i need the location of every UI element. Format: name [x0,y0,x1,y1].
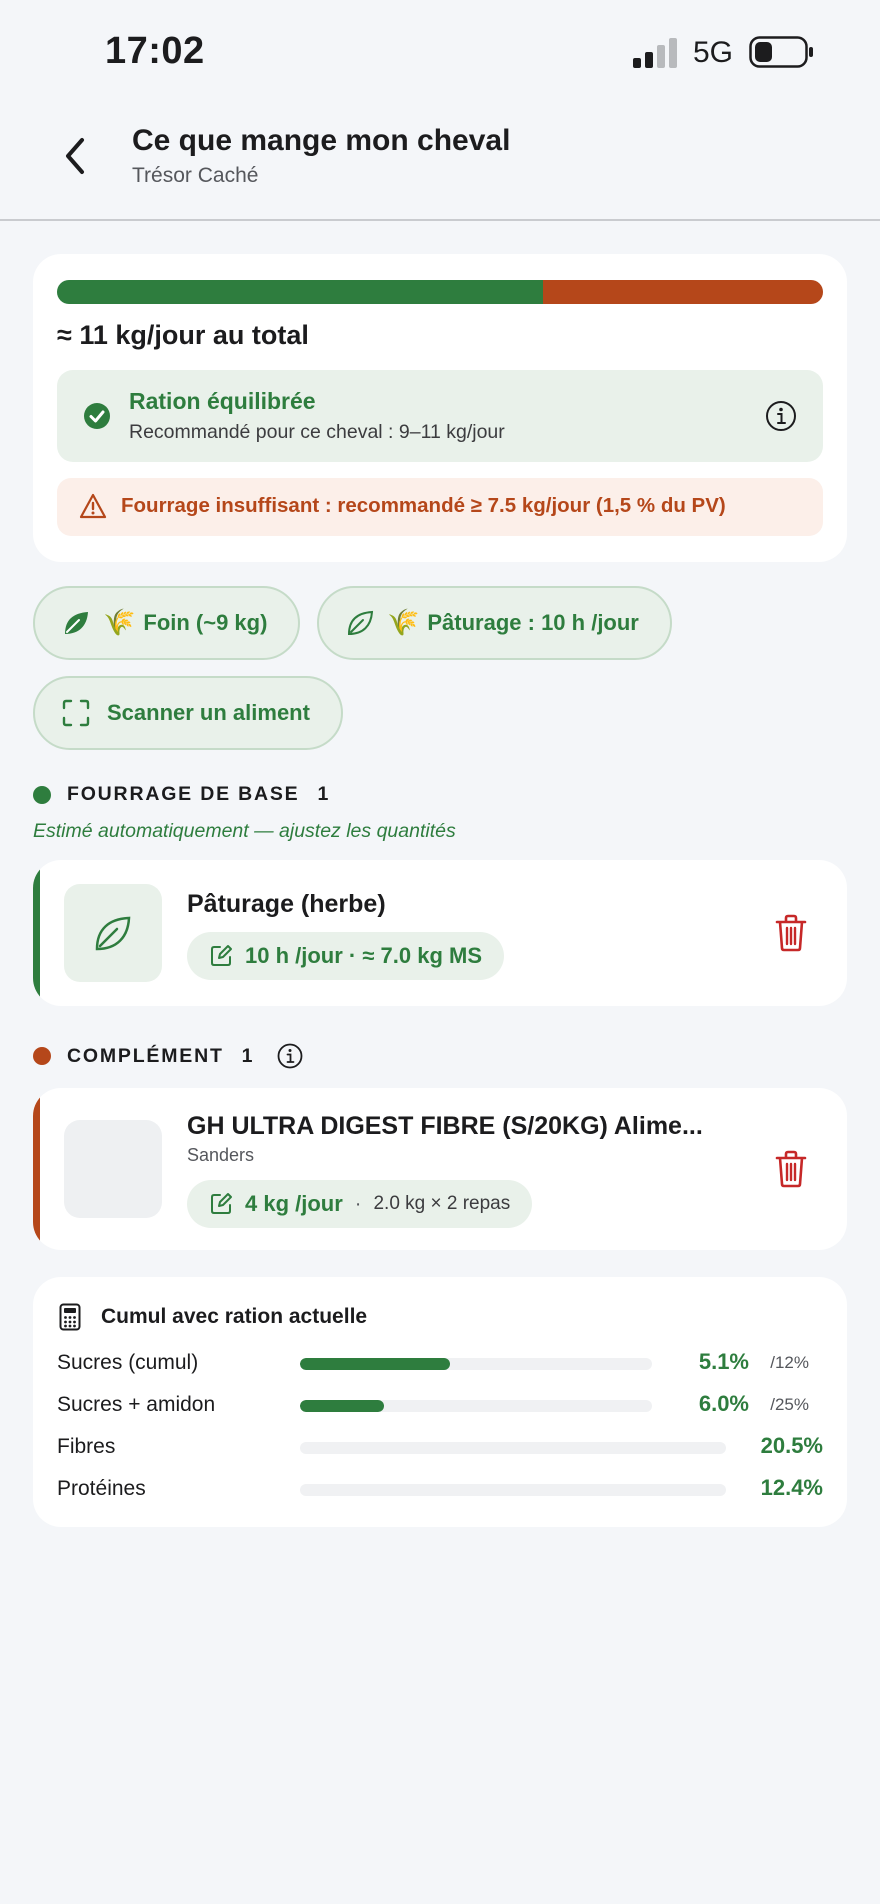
ration-status-title: Ration équilibrée [129,388,316,414]
forage-section-count: 1 [317,783,329,805]
leaf-outline-icon [95,916,131,951]
scan-food-button[interactable]: Scanner un aliment [33,676,343,750]
warning-icon [79,493,107,519]
nutrient-bar [300,1484,726,1496]
leaf-outline-icon [347,610,374,636]
complement-item-name: GH ULTRA DIGEST FIBRE (S/20KG) Alime... [187,1112,703,1140]
complement-item-card[interactable]: GH ULTRA DIGEST FIBRE (S/20KG) Alime... … [33,1088,847,1250]
wheat-icon: 🌾 [103,608,136,638]
nutrient-label: Sucres (cumul) [57,1351,199,1374]
check-circle-icon [84,403,110,429]
hay-chip[interactable]: 🌾 Foin (~9 kg) [33,586,300,660]
calculator-icon [59,1303,81,1331]
trash-icon[interactable] [775,1150,807,1188]
forage-section-header: FOURRAGE DE BASE 1 [33,783,328,806]
nutrient-row-sugars: Sucres (cumul) 5.1% /12% [57,1349,823,1377]
complement-bar-segment [543,280,823,304]
ration-summary-card: ≈ 11 kg/jour au total Ration équilibrée … [33,254,847,562]
battery-icon [749,36,813,68]
complement-section-label: COMPLÉMENT [67,1044,224,1067]
complement-section-header: COMPLÉMENT 1 [33,1043,303,1069]
signal-icon [633,38,677,68]
auto-estimate-note: Estimé automatiquement — ajustez les qua… [33,820,456,842]
complement-dot [33,1047,51,1065]
scan-icon [62,699,90,727]
cumul-title: Cumul avec ration actuelle [101,1305,368,1328]
forage-warning: Fourrage insuffisant : recommandé ≥ 7.5 … [57,478,823,536]
complement-accent [33,1088,40,1250]
pasture-item-card[interactable]: Pâturage (herbe) 10 h /jour · ≈ 7.0 kg M… [33,860,847,1006]
pasture-quantity-pill[interactable]: 10 h /jour · ≈ 7.0 kg MS [187,932,505,980]
forage-section-label: FOURRAGE DE BASE [67,783,300,805]
nutrient-label: Sucres + amidon [57,1393,216,1416]
pasture-thumbnail [64,884,162,982]
hay-chip-label: Foin (~9 kg) [143,610,268,635]
warning-text: Fourrage insuffisant : recommandé ≥ 7.5 … [121,494,726,517]
edit-icon [211,1193,232,1214]
nutrient-bar [300,1442,726,1454]
nutrient-label: Protéines [57,1477,146,1500]
info-icon[interactable] [765,400,797,432]
scan-button-label: Scanner un aliment [107,700,310,725]
nutrient-bar [300,1358,652,1370]
complement-quantity: 4 kg /jour [245,1191,343,1216]
nutrient-limit: /12% [770,1353,809,1372]
complement-brand: Sanders [187,1145,255,1165]
back-arrow-icon[interactable] [58,132,90,180]
pasture-item-name: Pâturage (herbe) [187,890,386,918]
quantity-separator: · [354,1192,362,1215]
nutrient-row-fibres: Fibres 20.5% [57,1433,823,1461]
nutrient-label: Fibres [57,1435,116,1458]
nutrient-cumul-card: Cumul avec ration actuelle Sucres (cumul… [33,1277,847,1527]
nutrient-value: 12.4% [760,1475,823,1500]
wheat-icon: 🌾 [387,608,420,638]
nutrient-value: 20.5% [760,1433,823,1458]
nutrient-value: 5.1% [698,1349,749,1374]
nutrient-limit: /25% [770,1395,809,1414]
nutrient-row-sugar-starch: Sucres + amidon 6.0% /25% [57,1391,823,1419]
pasture-chip[interactable]: 🌾 Pâturage : 10 h /jour [317,586,672,660]
nutrient-row-proteins: Protéines 12.4% [57,1475,823,1503]
nutrient-bar [300,1400,652,1412]
leaf-icon [65,612,88,634]
pasture-chip-label: Pâturage : 10 h /jour [427,610,639,635]
forage-bar-segment [57,280,544,304]
complement-thumbnail [64,1120,162,1218]
complement-meal-detail: 2.0 kg × 2 repas [373,1193,511,1214]
forage-dot [33,785,51,804]
ration-progress-bar [57,280,823,304]
status-bar: 17:02 5G [0,0,880,100]
nutrient-value: 6.0% [698,1391,749,1416]
complement-quantity-pill[interactable]: 4 kg /jour · 2.0 kg × 2 repas [187,1180,533,1228]
horse-name: Trésor Caché [132,164,259,187]
ration-recommendation: Recommandé pour ce cheval : 9–11 kg/jour [129,421,505,443]
ration-status-box: Ration équilibrée Recommandé pour ce che… [57,370,823,462]
trash-icon[interactable] [775,914,807,952]
status-time: 17:02 [105,30,205,72]
page-title: Ce que mange mon cheval [132,124,511,157]
app-header: Ce que mange mon cheval Trésor Caché [0,100,880,221]
ration-total: ≈ 11 kg/jour au total [57,320,309,350]
network-label: 5G [693,36,734,69]
nutrient-bar-fill [300,1400,385,1412]
info-icon[interactable] [277,1043,303,1069]
edit-icon [211,945,232,966]
nutrient-bar-fill [300,1358,450,1370]
forage-accent [33,860,40,1006]
complement-section-count: 1 [241,1044,253,1067]
pasture-quantity: 10 h /jour · ≈ 7.0 kg MS [245,943,483,968]
